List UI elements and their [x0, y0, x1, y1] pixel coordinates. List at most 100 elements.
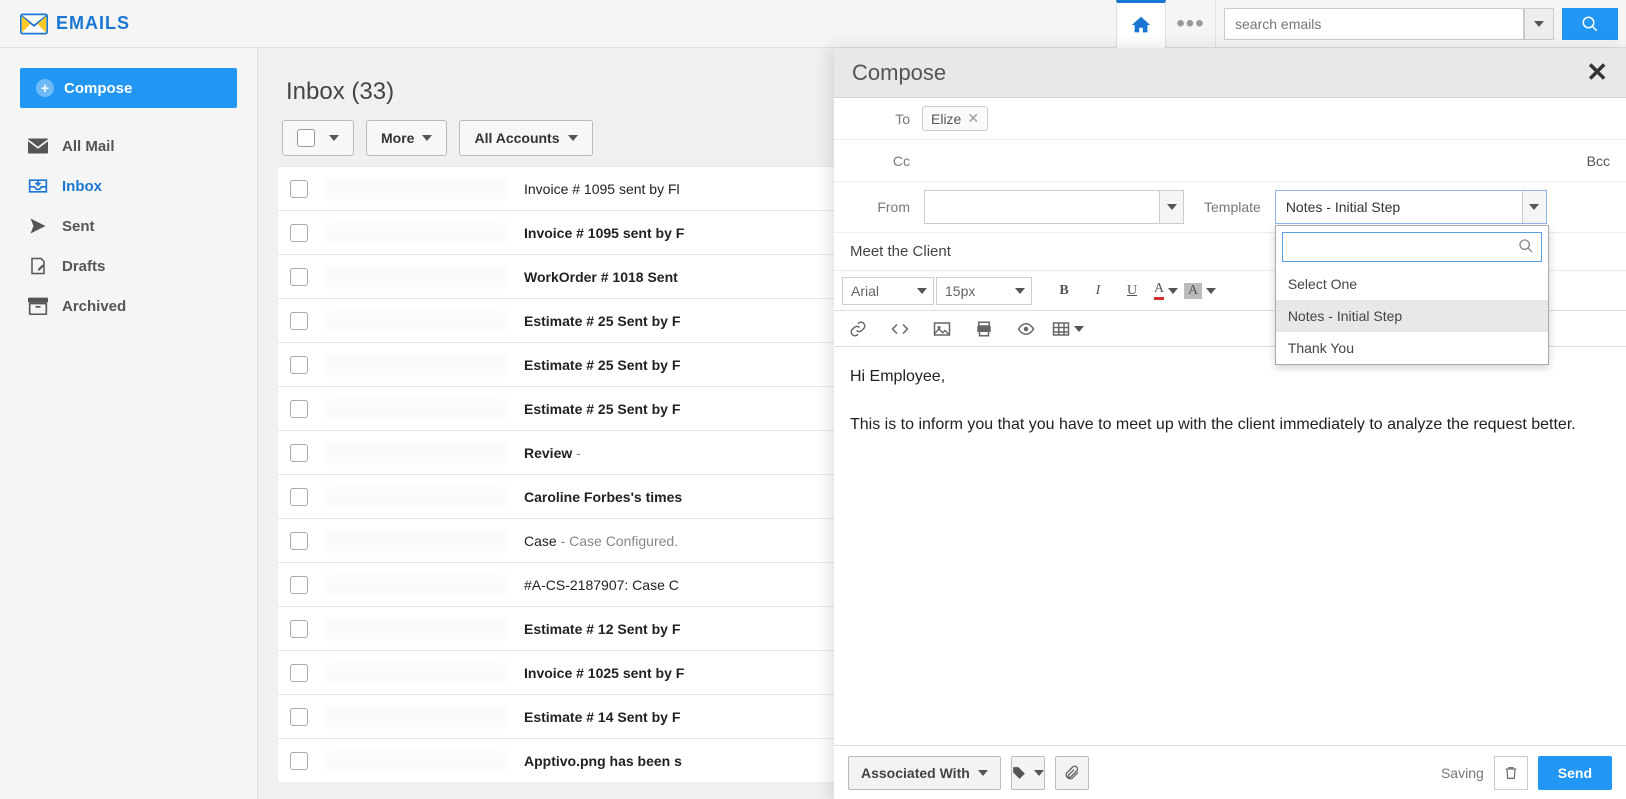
row-checkbox[interactable]: [290, 488, 308, 506]
search-input[interactable]: [1224, 8, 1524, 40]
link-button[interactable]: [842, 314, 874, 344]
row-checkbox[interactable]: [290, 444, 308, 462]
select-all-button[interactable]: [282, 120, 354, 156]
cc-row: Cc Bcc: [834, 140, 1626, 182]
accounts-button-label: All Accounts: [474, 130, 559, 146]
bold-button[interactable]: B: [1048, 276, 1080, 306]
sidebar-item-archived[interactable]: Archived: [0, 286, 257, 326]
recipient-chip[interactable]: Elize ✕: [922, 106, 988, 131]
send-button[interactable]: Send: [1538, 756, 1612, 790]
more-apps-button[interactable]: •••: [1166, 0, 1216, 48]
template-option-notes[interactable]: Notes - Initial Step: [1276, 300, 1548, 332]
row-checkbox[interactable]: [290, 180, 308, 198]
drafts-icon: [28, 257, 48, 275]
remove-chip-icon[interactable]: ✕: [967, 110, 979, 127]
row-checkbox[interactable]: [290, 620, 308, 638]
compose-button-label: Compose: [64, 80, 132, 97]
underline-button[interactable]: U: [1116, 276, 1148, 306]
sidebar-item-all-mail[interactable]: All Mail: [0, 126, 257, 166]
font-family-select[interactable]: Arial: [842, 277, 934, 305]
saving-status: Saving: [1441, 765, 1484, 781]
from-label: From: [850, 199, 910, 215]
caret-down-icon: [1074, 326, 1084, 332]
email-subject: #A-CS-2187907: Case C: [524, 577, 679, 593]
email-subject: Estimate # 14 Sent by F: [524, 709, 680, 725]
sender-blurred: [326, 575, 506, 595]
sidebar-item-label: All Mail: [62, 138, 115, 155]
template-select[interactable]: Notes - Initial Step Select One Notes - …: [1275, 190, 1547, 224]
email-subject: Estimate # 25 Sent by F: [524, 401, 680, 417]
checkbox-icon: [297, 129, 315, 147]
italic-button[interactable]: I: [1082, 276, 1114, 306]
sidebar-item-sent[interactable]: Sent: [0, 206, 257, 246]
template-option-thank-you[interactable]: Thank You: [1276, 332, 1548, 364]
row-checkbox[interactable]: [290, 708, 308, 726]
compose-title: Compose: [852, 60, 946, 86]
archive-icon: [28, 297, 48, 315]
font-size-select[interactable]: 15px: [936, 277, 1032, 305]
email-subject: Invoice # 1025 sent by F: [524, 665, 684, 681]
attach-button[interactable]: [1055, 756, 1089, 790]
search-icon: [1518, 238, 1534, 254]
sender-blurred: [326, 267, 506, 287]
image-button[interactable]: [926, 314, 958, 344]
template-option-select-one[interactable]: Select One: [1276, 268, 1548, 300]
editor-body[interactable]: Hi Employee, This is to inform you that …: [834, 347, 1626, 745]
caret-down-icon: [1206, 288, 1216, 294]
email-subject: Invoice # 1095 sent by F: [524, 225, 684, 241]
caret-down-icon: [978, 770, 988, 776]
preview-button[interactable]: [1010, 314, 1042, 344]
row-checkbox[interactable]: [290, 400, 308, 418]
compose-button[interactable]: + Compose: [20, 68, 237, 108]
app-logo: EMAILS: [0, 13, 130, 35]
text-color-button[interactable]: A: [1150, 276, 1182, 306]
more-button[interactable]: More: [366, 120, 447, 156]
highlight-button[interactable]: A: [1184, 276, 1216, 306]
compose-header: Compose ✕: [834, 48, 1626, 98]
from-select[interactable]: [924, 190, 1184, 224]
email-subject: Apptivo.png has been s: [524, 753, 682, 769]
sidebar-item-label: Sent: [62, 218, 95, 235]
row-checkbox[interactable]: [290, 312, 308, 330]
sender-blurred: [326, 443, 506, 463]
search-dropdown-button[interactable]: [1524, 8, 1554, 40]
mail-icon: [28, 137, 48, 155]
code-button[interactable]: [884, 314, 916, 344]
caret-down-icon: [917, 288, 927, 294]
discard-button[interactable]: [1494, 756, 1528, 790]
body-line: This is to inform you that you have to m…: [850, 413, 1610, 437]
associated-with-button[interactable]: Associated With: [848, 756, 1001, 790]
sender-blurred: [326, 399, 506, 419]
template-search-input[interactable]: [1282, 232, 1542, 262]
caret-down-icon: [1168, 288, 1178, 294]
row-checkbox[interactable]: [290, 664, 308, 682]
table-icon: [1052, 320, 1070, 338]
caret-down-icon: [1534, 21, 1544, 27]
row-checkbox[interactable]: [290, 576, 308, 594]
associated-with-label: Associated With: [861, 765, 970, 781]
row-checkbox[interactable]: [290, 532, 308, 550]
sidebar-item-label: Drafts: [62, 258, 105, 275]
tag-button[interactable]: [1011, 756, 1045, 790]
sender-blurred: [326, 487, 506, 507]
caret-down-icon: [422, 135, 432, 141]
sidebar-item-drafts[interactable]: Drafts: [0, 246, 257, 286]
row-checkbox[interactable]: [290, 752, 308, 770]
sender-blurred: [326, 619, 506, 639]
table-button[interactable]: [1052, 314, 1084, 344]
search-button[interactable]: [1562, 8, 1618, 40]
accounts-button[interactable]: All Accounts: [459, 120, 592, 156]
trash-icon: [1503, 765, 1519, 781]
bcc-toggle[interactable]: Bcc: [1587, 153, 1610, 169]
row-checkbox[interactable]: [290, 356, 308, 374]
home-tab[interactable]: [1116, 0, 1166, 48]
sender-blurred: [326, 531, 506, 551]
sidebar-item-inbox[interactable]: Inbox: [0, 166, 257, 206]
sidebar: + Compose All Mail Inbox Sent Drafts Arc…: [0, 48, 258, 799]
row-checkbox[interactable]: [290, 268, 308, 286]
envelope-icon: [20, 13, 48, 35]
print-button[interactable]: [968, 314, 1000, 344]
row-checkbox[interactable]: [290, 224, 308, 242]
close-button[interactable]: ✕: [1586, 57, 1608, 88]
search-icon: [1581, 15, 1599, 33]
